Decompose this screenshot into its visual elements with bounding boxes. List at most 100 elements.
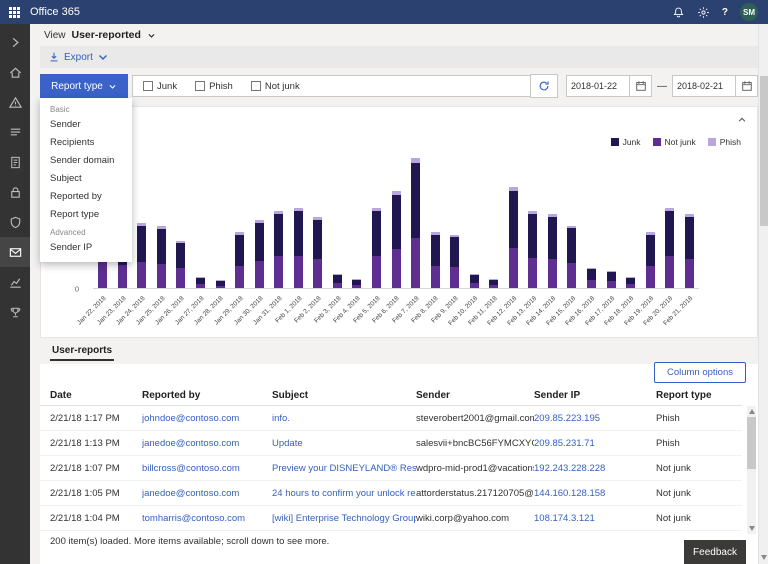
dropdown-item-sender-ip[interactable]: Sender IP [40, 239, 132, 257]
cell-sender-ip[interactable]: 209.85.223.195 [534, 413, 656, 424]
dropdown-item-subject[interactable]: Subject [40, 170, 132, 188]
column-options-button[interactable]: Column options [654, 362, 746, 383]
avatar[interactable]: SM [740, 3, 758, 21]
chart-bar[interactable] [607, 271, 616, 288]
table-row[interactable]: 2/21/18 1:05 PMjanedoe@contoso.com24 hou… [40, 481, 742, 506]
report-type-button[interactable]: Report type [40, 74, 128, 98]
chart-bar[interactable] [294, 208, 303, 288]
column-header-date[interactable]: Date [50, 390, 142, 401]
chart-bar[interactable] [685, 214, 694, 288]
date-to-input[interactable]: 2018-02-21 [672, 75, 736, 97]
filter-checkbox-phish[interactable]: Phish [195, 81, 233, 92]
dropdown-item-recipients[interactable]: Recipients [40, 134, 132, 152]
cell-sender-ip[interactable]: 192.243.228.228 [534, 463, 656, 474]
cell-reported-by[interactable]: janedoe@contoso.com [142, 488, 272, 499]
cell-subject[interactable]: Update [272, 438, 416, 449]
chart-bar[interactable] [176, 241, 185, 288]
scrollbar-thumb[interactable] [760, 76, 768, 226]
cell-sender-ip[interactable]: 209.85.231.71 [534, 438, 656, 449]
dropdown-item-sender-domain[interactable]: Sender domain [40, 152, 132, 170]
dropdown-item-reported-by[interactable]: Reported by [40, 188, 132, 206]
cell-sender-ip[interactable]: 108.174.3.121 [534, 513, 656, 524]
table-row[interactable]: 2/21/18 1:04 PMtomharris@contoso.com[wik… [40, 506, 742, 531]
chart-bar[interactable] [352, 279, 361, 288]
calendar-icon[interactable] [630, 75, 652, 97]
chart-bar[interactable] [587, 268, 596, 288]
feedback-button[interactable]: Feedback [684, 540, 746, 564]
help-icon[interactable]: ? [722, 7, 728, 18]
cell-reported-by[interactable]: billcross@contoso.com [142, 463, 272, 474]
chart-bar[interactable] [431, 232, 440, 288]
cell-reported-by[interactable]: tomharris@contoso.com [142, 513, 272, 524]
chart-bar[interactable] [313, 217, 322, 288]
chart-bar[interactable] [665, 208, 674, 288]
chart-bar[interactable] [392, 191, 401, 288]
chart-bar[interactable] [235, 232, 244, 288]
chart-bar[interactable] [470, 274, 479, 288]
gear-icon[interactable] [697, 6, 710, 19]
chart-bar[interactable] [372, 208, 381, 288]
chart-bar[interactable] [333, 274, 342, 288]
column-header-report-type[interactable]: Report type [656, 390, 742, 401]
expand-chevron-icon[interactable] [0, 27, 30, 57]
chart-bar[interactable] [509, 187, 518, 288]
chart-bar[interactable] [274, 211, 283, 288]
calendar-icon[interactable] [736, 75, 758, 97]
scrollbar-thumb[interactable] [747, 417, 756, 469]
app-launcher-icon[interactable] [0, 0, 28, 24]
mail-icon[interactable] [0, 237, 30, 267]
chart-bar[interactable] [137, 223, 146, 288]
chart-bar[interactable] [216, 280, 225, 288]
line-chart-icon[interactable] [0, 267, 30, 297]
scroll-down-arrow[interactable] [761, 555, 767, 560]
alerts-icon[interactable] [0, 87, 30, 117]
chart-bar[interactable] [567, 226, 576, 288]
page-scrollbar[interactable] [758, 24, 768, 564]
scroll-down-arrow[interactable] [749, 526, 755, 531]
list-icon[interactable] [0, 117, 30, 147]
checkbox-box[interactable] [251, 81, 261, 91]
chart-bar[interactable] [646, 232, 655, 288]
collapse-chevron-icon[interactable] [737, 112, 747, 130]
chart-bar[interactable] [450, 235, 459, 288]
chart-bar[interactable] [548, 214, 557, 288]
column-header-sender-ip[interactable]: Sender IP [534, 390, 656, 401]
scroll-up-arrow[interactable] [749, 409, 755, 414]
table-row[interactable]: 2/21/18 1:13 PMjanedoe@contoso.comUpdate… [40, 431, 742, 456]
table-scrollbar[interactable] [747, 406, 756, 534]
dropdown-item-sender[interactable]: Sender [40, 116, 132, 134]
cell-subject[interactable]: 24 hours to confirm your unlock requ... [272, 488, 416, 499]
home-icon[interactable] [0, 57, 30, 87]
dropdown-item-report-type[interactable]: Report type [40, 206, 132, 224]
column-header-reported-by[interactable]: Reported by [142, 390, 272, 401]
chart-bar[interactable] [626, 277, 635, 288]
chart-bar[interactable] [196, 277, 205, 288]
checkbox-box[interactable] [195, 81, 205, 91]
chart-bar[interactable] [157, 226, 166, 288]
filter-checkbox-not-junk[interactable]: Not junk [251, 81, 300, 92]
export-button[interactable]: Export [48, 51, 109, 63]
cell-reported-by[interactable]: johndoe@contoso.com [142, 413, 272, 424]
lock-icon[interactable] [0, 177, 30, 207]
refresh-button[interactable] [530, 74, 558, 98]
shield-icon[interactable] [0, 207, 30, 237]
date-from-input[interactable]: 2018-01-22 [566, 75, 630, 97]
cell-sender-ip[interactable]: 144.160.128.158 [534, 488, 656, 499]
tab-user-reports[interactable]: User-reports [50, 340, 114, 361]
checkbox-box[interactable] [143, 81, 153, 91]
bell-icon[interactable] [672, 6, 685, 19]
column-header-subject[interactable]: Subject [272, 390, 416, 401]
column-header-sender[interactable]: Sender [416, 390, 534, 401]
report-document-icon[interactable] [0, 147, 30, 177]
trophy-icon[interactable] [0, 297, 30, 327]
chart-bar[interactable] [489, 279, 498, 288]
filter-checkbox-junk[interactable]: Junk [143, 81, 177, 92]
view-selector[interactable]: View User-reported [44, 29, 156, 41]
cell-reported-by[interactable]: janedoe@contoso.com [142, 438, 272, 449]
cell-subject[interactable]: Preview your DISNEYLAND® Resort p... [272, 463, 416, 474]
table-row[interactable]: 2/21/18 1:07 PMbillcross@contoso.comPrev… [40, 456, 742, 481]
cell-subject[interactable]: [wiki] Enterprise Technology Group ... [272, 513, 416, 524]
chart-bar[interactable] [411, 158, 420, 288]
chart-bar[interactable] [255, 220, 264, 288]
table-row[interactable]: 2/21/18 1:17 PMjohndoe@contoso.cominfo.s… [40, 406, 742, 431]
